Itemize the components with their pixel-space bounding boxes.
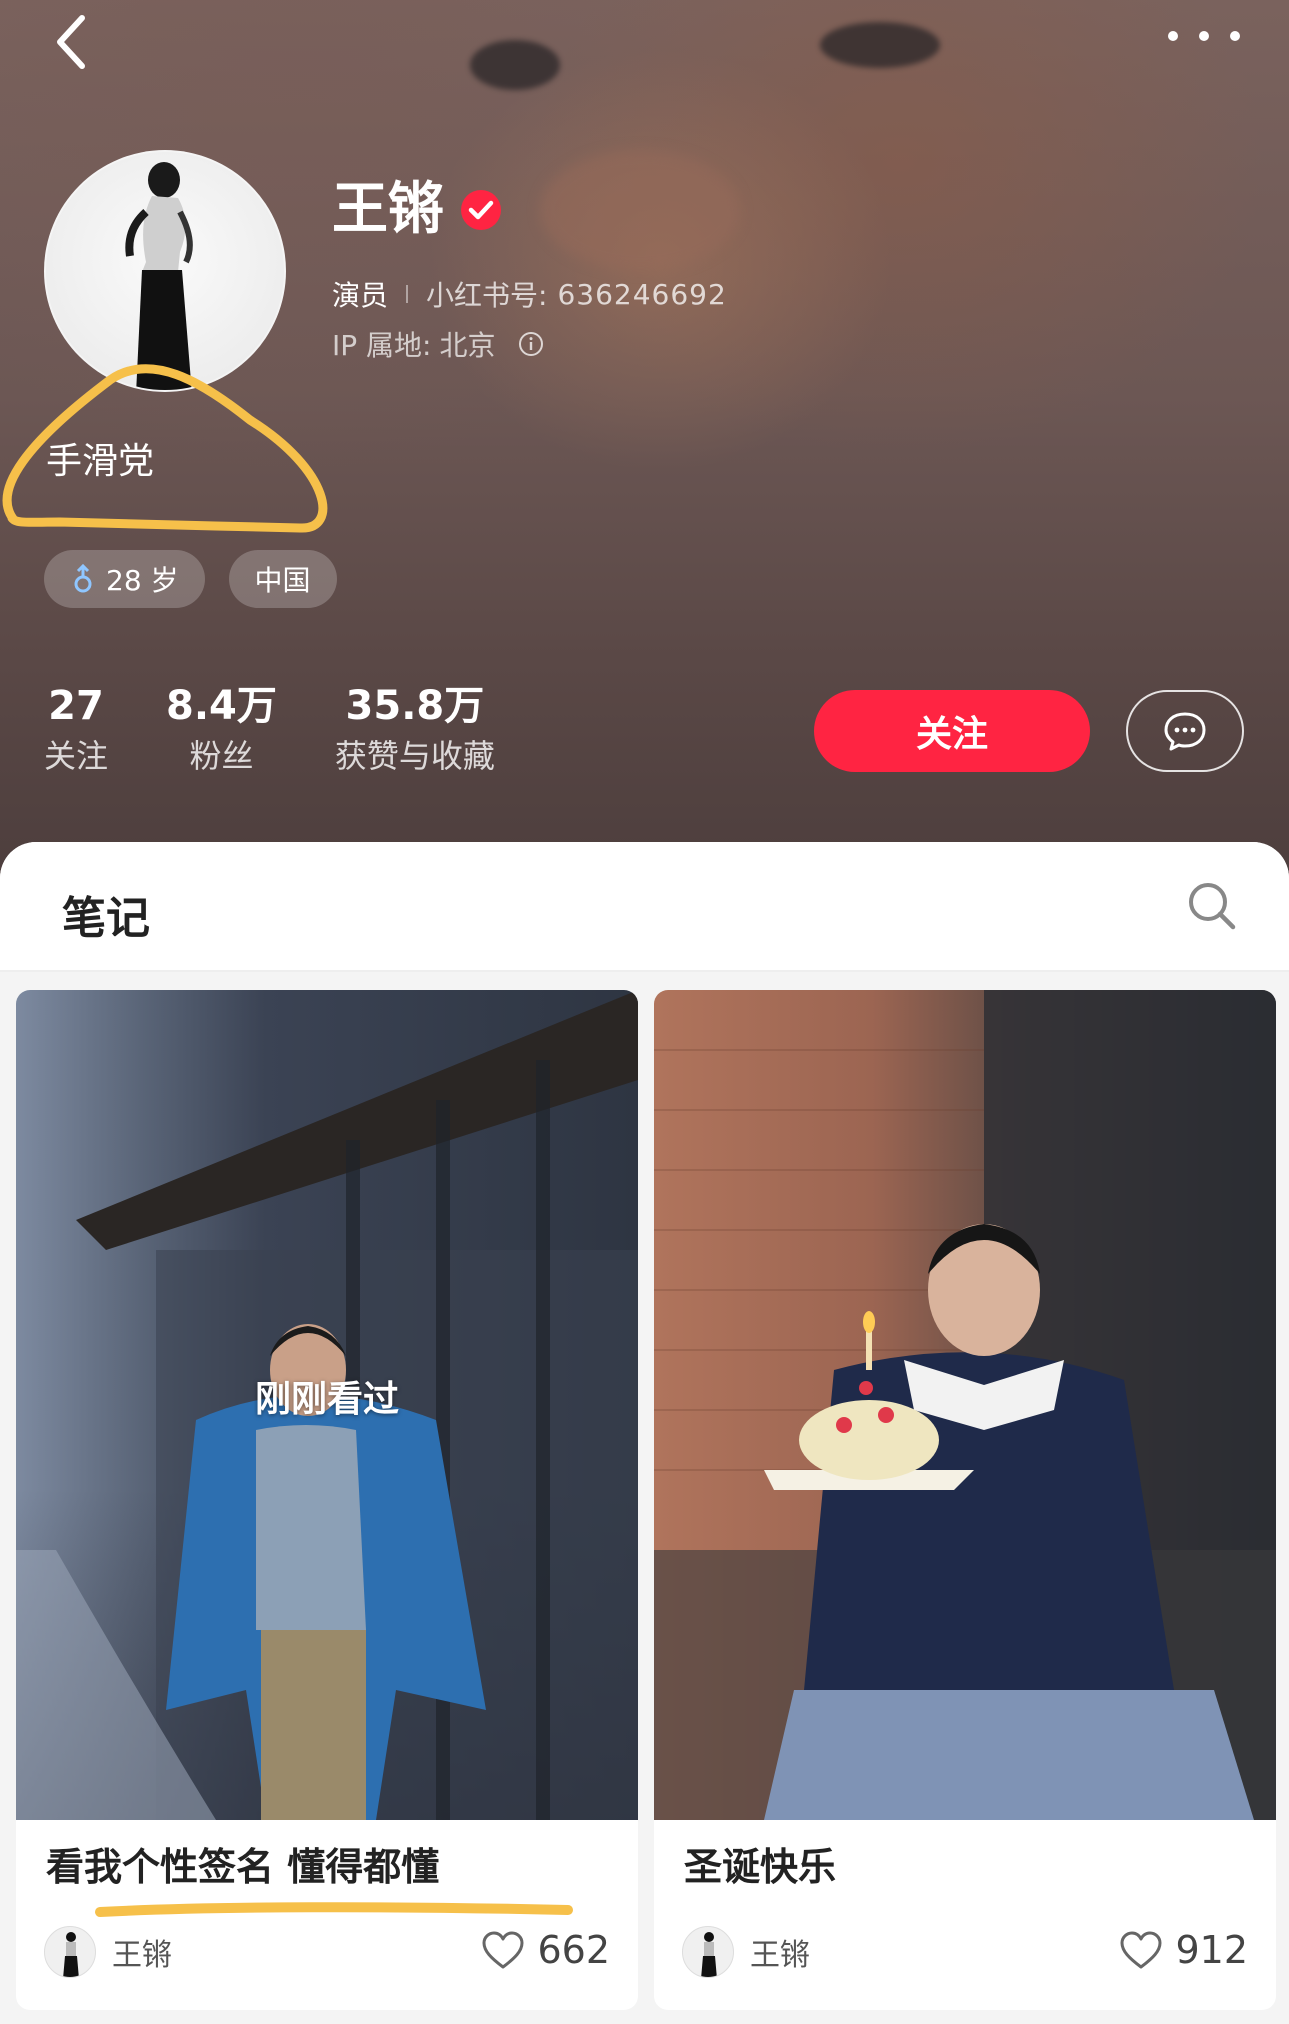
background-eye: [820, 22, 940, 68]
author-avatar: [44, 1926, 96, 1978]
profile-tags: 28 岁 中国: [44, 550, 337, 608]
more-dot-icon: [1230, 31, 1240, 41]
chevron-left-icon: [57, 15, 85, 69]
profile-bio: 手滑党: [46, 441, 155, 482]
tab-notes[interactable]: 笔记: [62, 882, 150, 946]
stat-following[interactable]: 27 关注: [44, 680, 108, 780]
more-dot-icon: [1199, 31, 1209, 41]
recently-viewed-badge: 刚刚看过: [254, 1379, 399, 1420]
stat-number: 35.8万: [345, 683, 485, 729]
author-name: 王锵: [750, 1938, 810, 1973]
like-count: 662: [537, 1928, 610, 1972]
like-count: 912: [1175, 1928, 1248, 1972]
more-dot-icon: [1168, 31, 1178, 41]
meta-divider: [406, 285, 409, 303]
background-nose: [540, 150, 740, 270]
note-card[interactable]: 刚刚看过 看我个性签名 懂得都懂 王锵 662: [16, 990, 638, 2010]
note-title[interactable]: 圣诞快乐: [684, 1842, 836, 1892]
like-button[interactable]: 912: [1119, 1928, 1248, 1972]
note-author[interactable]: 王锵: [44, 1926, 172, 1978]
ip-value: 北京: [439, 329, 496, 362]
ip-location: IP 属地: 北京: [332, 324, 544, 364]
redid-value[interactable]: 636246692: [557, 278, 726, 311]
verified-badge-icon: [461, 190, 501, 230]
stat-label: 粉丝: [189, 737, 254, 775]
message-button[interactable]: [1126, 690, 1244, 772]
notes-header: 笔记: [0, 842, 1289, 972]
back-button[interactable]: [48, 12, 98, 72]
info-icon[interactable]: [518, 331, 544, 357]
region-tag: 中国: [228, 550, 337, 608]
note-title[interactable]: 看我个性签名 懂得都懂: [46, 1842, 439, 1892]
author-avatar-figure: [701, 1932, 717, 1977]
ip-label: IP 属地:: [332, 329, 432, 362]
stat-label: 获赞与收藏: [334, 737, 495, 775]
cover-photo-scene: [654, 990, 1276, 1820]
like-button[interactable]: 662: [481, 1928, 610, 1972]
stat-followers[interactable]: 8.4万 粉丝: [166, 680, 277, 780]
age-label: 28 岁: [106, 564, 179, 597]
stat-label: 关注: [44, 737, 109, 775]
more-options-button[interactable]: [1168, 24, 1240, 48]
author-name: 王锵: [112, 1938, 172, 1973]
avatar-figure: [125, 162, 193, 390]
profile-role: 演员: [332, 279, 389, 312]
stat-likes-collects[interactable]: 35.8万 获赞与收藏: [335, 680, 495, 780]
note-author[interactable]: 王锵: [682, 1926, 810, 1978]
profile-stats: 27 关注 8.4万 粉丝 35.8万 获赞与收藏: [44, 680, 553, 780]
region-label: 中国: [254, 564, 311, 597]
search-button[interactable]: [1186, 880, 1238, 932]
heart-icon: [1120, 1931, 1162, 1969]
heart-icon: [482, 1931, 524, 1969]
author-avatar: [682, 1926, 734, 1978]
stat-number: 27: [48, 683, 104, 729]
background-eye: [470, 40, 560, 90]
search-icon: [1189, 883, 1236, 930]
profile-name-row: 王锵: [332, 178, 502, 242]
gender-icon: [74, 564, 92, 593]
avatar[interactable]: [44, 150, 286, 392]
underline-annotation: [95, 1902, 573, 1917]
author-avatar-figure: [63, 1932, 79, 1977]
follow-button[interactable]: 关注: [814, 690, 1090, 772]
note-card[interactable]: 圣诞快乐 王锵 912: [654, 990, 1276, 2010]
redid-label: 小红书号:: [426, 279, 548, 312]
profile-name: 王锵: [332, 177, 444, 242]
profile-meta: 演员 小红书号: 636246692: [332, 274, 727, 314]
chat-bubble-icon: [1164, 712, 1206, 751]
stat-number: 8.4万: [166, 683, 277, 729]
note-cover-image[interactable]: [654, 990, 1276, 1820]
age-tag: 28 岁: [44, 550, 205, 608]
